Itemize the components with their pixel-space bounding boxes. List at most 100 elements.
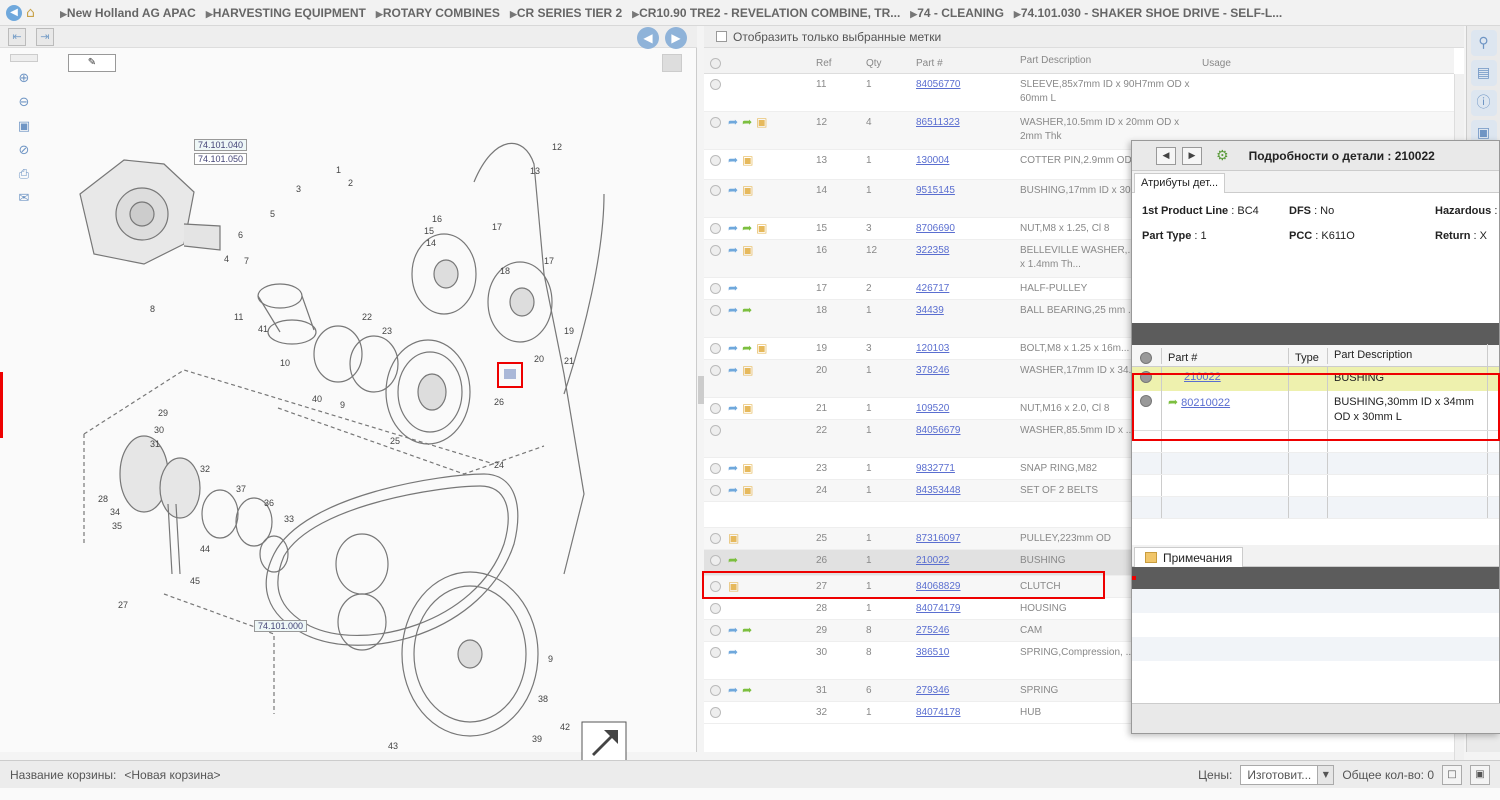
diagram-ref-label[interactable]: 44 [200, 544, 210, 554]
diagram-ref-label[interactable]: 32 [200, 464, 210, 474]
print-icon[interactable]: ⎙ [12, 164, 36, 186]
callout-74-101-040[interactable]: 74.101.040 [194, 139, 248, 151]
breadcrumb-item[interactable]: 74 - CLEANING [910, 6, 1004, 20]
document-icon[interactable]: ▤ [1470, 60, 1497, 86]
diagram-ref-label[interactable]: 17 [544, 256, 554, 266]
next-page-icon[interactable]: ⇥ [36, 28, 54, 46]
cart-footer-icon[interactable]: ▣ [1470, 764, 1490, 785]
sub-header-part[interactable]: Part # [1162, 347, 1289, 364]
expand-icon[interactable] [662, 54, 682, 72]
header-part[interactable]: Part # [914, 53, 1018, 69]
info-icon[interactable]: ⓘ [1470, 90, 1497, 116]
zoom-out-icon[interactable]: ⊖ [12, 92, 36, 114]
header-ref[interactable]: Ref [814, 53, 864, 69]
row-part-link[interactable]: 386510 [916, 647, 949, 658]
row-part-link[interactable]: 109520 [916, 403, 949, 414]
diagram-ref-label[interactable]: 42 [560, 722, 570, 732]
sub-header-type[interactable]: Type [1289, 347, 1328, 364]
diagram-ref-label[interactable]: 37 [236, 484, 246, 494]
header-usage[interactable]: Usage [1198, 53, 1398, 69]
row-part-link[interactable]: 84353448 [916, 485, 961, 496]
row-select-radio[interactable] [710, 625, 721, 636]
diagram-ref-label[interactable]: 35 [112, 521, 122, 531]
row-part-link[interactable]: 279346 [916, 685, 949, 696]
popup-next-button[interactable]: ▶ [1182, 146, 1202, 165]
diagram-ref-label[interactable]: 24 [494, 460, 504, 470]
callout-74-101-000[interactable]: 74.101.000 [254, 620, 308, 632]
row-part-link[interactable]: 86511323 [916, 117, 960, 128]
diagram-ref-label[interactable]: 15 [424, 226, 434, 236]
show-selected-checkbox[interactable] [716, 31, 727, 42]
row-select-radio[interactable] [710, 647, 721, 658]
breadcrumb-item[interactable]: ROTARY COMBINES [376, 6, 500, 20]
prev-image-button[interactable]: ◀ [637, 27, 659, 49]
row-part-link[interactable]: 210022 [916, 555, 949, 566]
row-select-radio[interactable] [710, 603, 721, 614]
diagram-ref-label[interactable]: 4 [224, 254, 229, 264]
tab-notes[interactable]: Примечания [1134, 547, 1244, 567]
tab-attributes[interactable]: Атрибуты дет... [1134, 173, 1226, 193]
back-arrow-icon[interactable]: ◀ [6, 4, 22, 21]
row-select-radio[interactable] [710, 117, 721, 128]
diagram-ref-label[interactable]: 9 [340, 400, 345, 410]
row-select-radio[interactable] [710, 403, 721, 414]
diagram-ref-label[interactable]: 31 [150, 439, 160, 449]
zoom-in-icon[interactable]: ⊕ [12, 68, 36, 90]
prices-select[interactable]: Изготовит... ▼ [1240, 764, 1335, 785]
row-select-radio[interactable] [710, 343, 721, 354]
diagram-ref-label[interactable]: 12 [552, 142, 562, 152]
table-row[interactable]: 11 1 84056770 SLEEVE,85x7mm ID x 90H7mm OD … [704, 74, 1454, 112]
diagram-ref-label[interactable]: 22 [362, 312, 372, 322]
diagram-ref-label[interactable]: 38 [538, 694, 548, 704]
row-select-radio[interactable] [710, 223, 721, 234]
diagram-ref-label[interactable]: 16 [432, 214, 442, 224]
next-image-button[interactable]: ▶ [665, 27, 687, 49]
row-select-radio[interactable] [710, 463, 721, 474]
row-part-link[interactable]: 426717 [916, 283, 949, 294]
diagram-ref-label[interactable]: 41 [258, 324, 268, 334]
diagram-ref-label[interactable]: 17 [492, 222, 502, 232]
row-select-radio[interactable] [710, 365, 721, 376]
window-icon[interactable]: □ [1442, 764, 1462, 785]
row-part-link[interactable]: 120103 [916, 343, 949, 354]
diagram-ref-label[interactable]: 8 [150, 304, 155, 314]
previous-page-icon[interactable]: ⇤ [8, 28, 26, 46]
diagram-ref-label[interactable]: 34 [110, 507, 120, 517]
diagram-ref-label[interactable]: 7 [244, 256, 249, 266]
diagram-ref-label[interactable]: 18 [500, 266, 510, 276]
row-part-link[interactable]: 9515145 [916, 185, 955, 196]
diagram-ref-label[interactable]: 14 [426, 238, 436, 248]
diagram-ref-label[interactable]: 2 [348, 178, 353, 188]
diagram-ref-label[interactable]: 21 [564, 356, 574, 366]
diagram-ref-label[interactable]: 25 [390, 436, 400, 446]
diagram-ref-label[interactable]: 28 [98, 494, 108, 504]
diagram-ref-label[interactable]: 26 [494, 397, 504, 407]
basket-name-value[interactable]: <Новая корзина> [124, 768, 220, 782]
diagram-ref-label[interactable]: 36 [264, 498, 274, 508]
diagram-ref-label[interactable]: 3 [296, 184, 301, 194]
fit-screen-icon[interactable]: ▣ [12, 116, 36, 138]
breadcrumb-item[interactable]: CR10.90 TRE2 - REVELATION COMBINE, TR... [632, 6, 900, 20]
row-part-link[interactable]: 34439 [916, 305, 944, 316]
row-select-radio[interactable] [710, 283, 721, 294]
popup-prev-button[interactable]: ◀ [1156, 146, 1176, 165]
row-part-link[interactable]: 84056679 [916, 425, 961, 436]
ref-26-marker[interactable] [504, 369, 516, 379]
row-part-link[interactable]: 275246 [916, 625, 949, 636]
subtable-select-all[interactable] [1140, 351, 1152, 364]
breadcrumb-item[interactable]: 74.101.030 - SHAKER SHOE DRIVE - SELF-L.… [1014, 6, 1282, 20]
sub-header-desc[interactable]: Part Description [1328, 344, 1488, 367]
diagram-ref-label[interactable]: 29 [158, 408, 168, 418]
row-part-link[interactable]: 8706690 [916, 223, 955, 234]
row-select-radio[interactable] [710, 425, 721, 436]
diagram-ref-label[interactable]: 6 [238, 230, 243, 240]
diagram-ref-label[interactable]: 23 [382, 326, 392, 336]
diagram-ref-label[interactable]: 19 [564, 326, 574, 336]
row-part-link[interactable]: 322358 [916, 245, 949, 256]
exploded-parts-diagram[interactable]: 214 7811411040965312131615141718171921202… [44, 74, 684, 774]
row-select-radio[interactable] [710, 185, 721, 196]
row-part-link[interactable]: 84056770 [916, 79, 961, 90]
row-part-link[interactable]: 87316097 [916, 533, 961, 544]
row-select-radio[interactable] [710, 707, 721, 718]
diagram-ref-label[interactable]: 9 [548, 654, 553, 664]
